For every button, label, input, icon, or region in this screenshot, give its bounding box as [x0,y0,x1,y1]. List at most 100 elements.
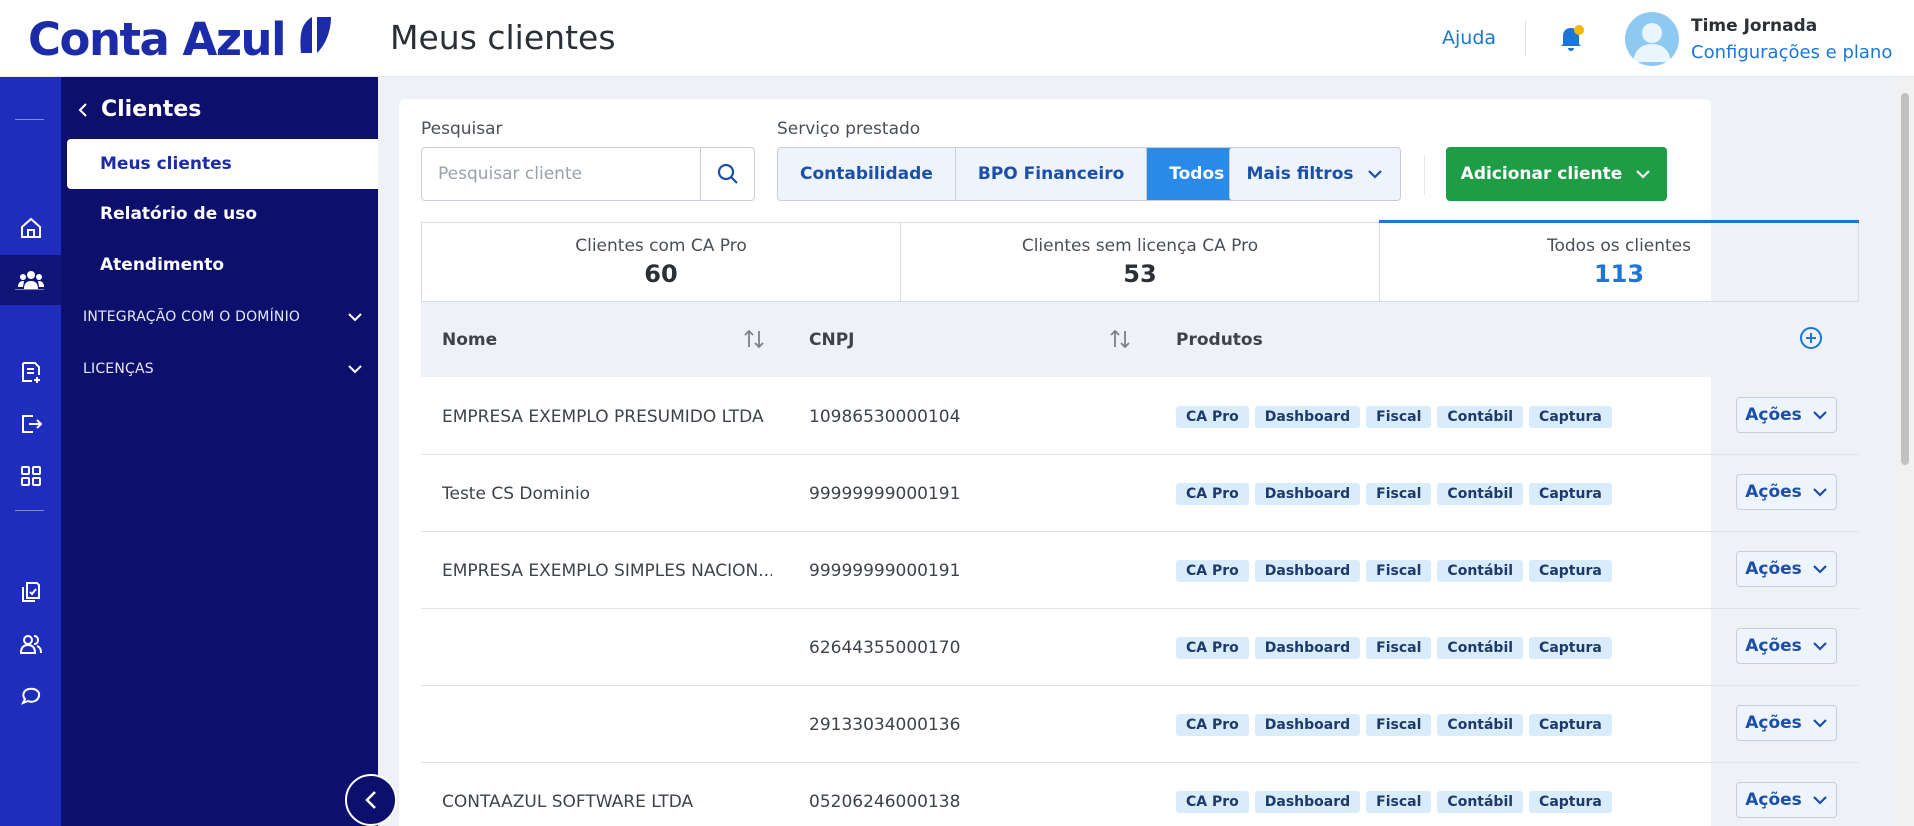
chat-icon[interactable] [0,671,61,721]
notification-bell-icon[interactable] [1555,22,1587,54]
user-name: Time Jornada [1691,16,1818,36]
product-tag: Fiscal [1366,405,1432,428]
tab-clientes-com-ca-pro[interactable]: Clientes com CA Pro 60 [422,223,901,301]
product-tag: Captura [1529,482,1612,505]
export-icon[interactable] [0,399,61,449]
add-client-button[interactable]: Adicionar cliente [1446,147,1667,201]
add-column-icon[interactable] [1799,326,1823,350]
stat-value: 53 [1123,260,1157,288]
product-tag: Contábil [1437,636,1524,659]
client-name [442,609,772,686]
collapse-sidebar-button[interactable] [345,774,397,826]
tab-clientes-sem-licenca[interactable]: Clientes sem licença CA Pro 53 [901,223,1380,301]
service-segmented-control: Contabilidade BPO Financeiro Todos [777,147,1248,201]
actions-label: Ações [1745,790,1802,810]
sort-icon[interactable] [1109,328,1131,350]
service-option-contabilidade[interactable]: Contabilidade [778,148,956,200]
scrollbar[interactable] [1896,77,1914,826]
more-filters-button[interactable]: Mais filtros [1229,147,1401,201]
product-tag: Dashboard [1254,405,1361,428]
files-icon[interactable] [0,567,61,617]
product-tag: Captura [1529,713,1612,736]
product-tags: CA Pro Dashboard Fiscal Contábil Captura [1176,455,1612,532]
apps-grid-icon[interactable] [0,451,61,501]
clients-icon[interactable] [0,255,61,305]
product-tag: Contábil [1437,559,1524,582]
scrollbar-thumb[interactable] [1901,93,1909,465]
product-tag: Captura [1529,790,1612,813]
settings-and-plan-link[interactable]: Configurações e plano [1691,42,1892,63]
product-tag: Fiscal [1366,713,1432,736]
sidebar-item-relatorio-de-uso[interactable]: Relatório de uso [100,204,257,224]
product-tags: CA Pro Dashboard Fiscal Contábil Captura [1176,686,1612,763]
sidebar-group-label: INTEGRAÇÃO COM O DOMÍNIO [83,309,301,325]
search-field [421,147,755,201]
logo-mark-icon [297,13,333,66]
sidebar-item-meus-clientes[interactable]: Meus clientes [67,139,378,189]
actions-label: Ações [1745,713,1802,733]
chevron-down-icon [1813,411,1827,420]
rail-divider [15,289,44,290]
client-name: EMPRESA EXEMPLO SIMPLES NACION... [442,560,772,581]
actions-button[interactable]: Ações [1736,628,1837,664]
table-row[interactable]: 62644355000170 CA Pro Dashboard Fiscal Contá… [421,609,1859,686]
stat-label: Clientes com CA Pro [575,236,747,256]
help-link[interactable]: Ajuda [1442,27,1496,49]
service-option-bpo-financeiro[interactable]: BPO Financeiro [955,148,1148,200]
product-tag: Dashboard [1254,636,1361,659]
column-header-cnpj[interactable]: CNPJ [809,302,855,377]
home-icon[interactable] [0,203,61,253]
product-tag: CA Pro [1176,482,1249,505]
page-title: Meus clientes [390,18,616,57]
document-add-icon[interactable] [0,347,61,397]
chevron-down-icon [1813,565,1827,574]
actions-button[interactable]: Ações [1736,551,1837,587]
client-cnpj: 99999999000191 [809,560,961,581]
actions-button[interactable]: Ações [1736,705,1837,741]
client-name: EMPRESA EXEMPLO PRESUMIDO LTDA [442,406,764,427]
search-icon [717,163,738,184]
chevron-down-icon [1813,796,1827,805]
chevron-down-icon [1367,170,1382,179]
users-icon[interactable] [0,619,61,669]
table-row[interactable]: CONTAAZUL SOFTWARE LTDA 05206246000138 CA … [421,763,1859,826]
actions-label: Ações [1745,559,1802,579]
product-tag: CA Pro [1176,713,1249,736]
product-tag: Dashboard [1254,790,1361,813]
header-divider [1525,20,1526,56]
sidebar-item-atendimento[interactable]: Atendimento [100,255,224,275]
product-tag: Contábil [1437,790,1524,813]
product-tag: CA Pro [1176,636,1249,659]
stat-value: 113 [1593,260,1645,288]
product-tag: Captura [1529,405,1612,428]
avatar[interactable] [1625,12,1679,66]
more-filters-label: Mais filtros [1246,164,1354,184]
search-label: Pesquisar [421,119,503,139]
column-header-nome[interactable]: Nome [442,302,497,377]
sidebar-group-integracao[interactable]: INTEGRAÇÃO COM O DOMÍNIO [83,309,373,325]
actions-button[interactable]: Ações [1736,782,1837,818]
search-button[interactable] [700,148,754,200]
table-row[interactable]: EMPRESA EXEMPLO PRESUMIDO LTDA 1098653000… [421,378,1859,455]
conta-azul-logo[interactable]: Conta Azul [28,12,333,66]
sidebar-group-label: LICENÇAS [83,361,154,377]
product-tag: Fiscal [1366,559,1432,582]
sidebar-group-licencas[interactable]: LICENÇAS [83,361,373,377]
product-tags: CA Pro Dashboard Fiscal Contábil Captura [1176,609,1612,686]
product-tag: Fiscal [1366,790,1432,813]
tab-todos-os-clientes[interactable]: Todos os clientes 113 [1379,220,1859,301]
search-input[interactable] [422,148,700,200]
add-client-label: Adicionar cliente [1460,164,1623,184]
sidebar-back-clientes[interactable]: Clientes [77,97,201,122]
logo-text: Conta Azul [28,12,287,66]
actions-button[interactable]: Ações [1736,474,1837,510]
left-icon-rail [0,77,61,826]
actions-button[interactable]: Ações [1736,397,1837,433]
product-tag: Contábil [1437,405,1524,428]
chevron-down-icon [1813,488,1827,497]
table-row[interactable]: Teste CS Dominio 99999999000191 CA Pro Dash… [421,455,1859,532]
product-tags: CA Pro Dashboard Fiscal Contábil Captura [1176,532,1612,609]
table-row[interactable]: EMPRESA EXEMPLO SIMPLES NACION... 9999999… [421,532,1859,609]
table-row[interactable]: 29133034000136 CA Pro Dashboard Fiscal Contá… [421,686,1859,763]
sort-icon[interactable] [743,328,765,350]
